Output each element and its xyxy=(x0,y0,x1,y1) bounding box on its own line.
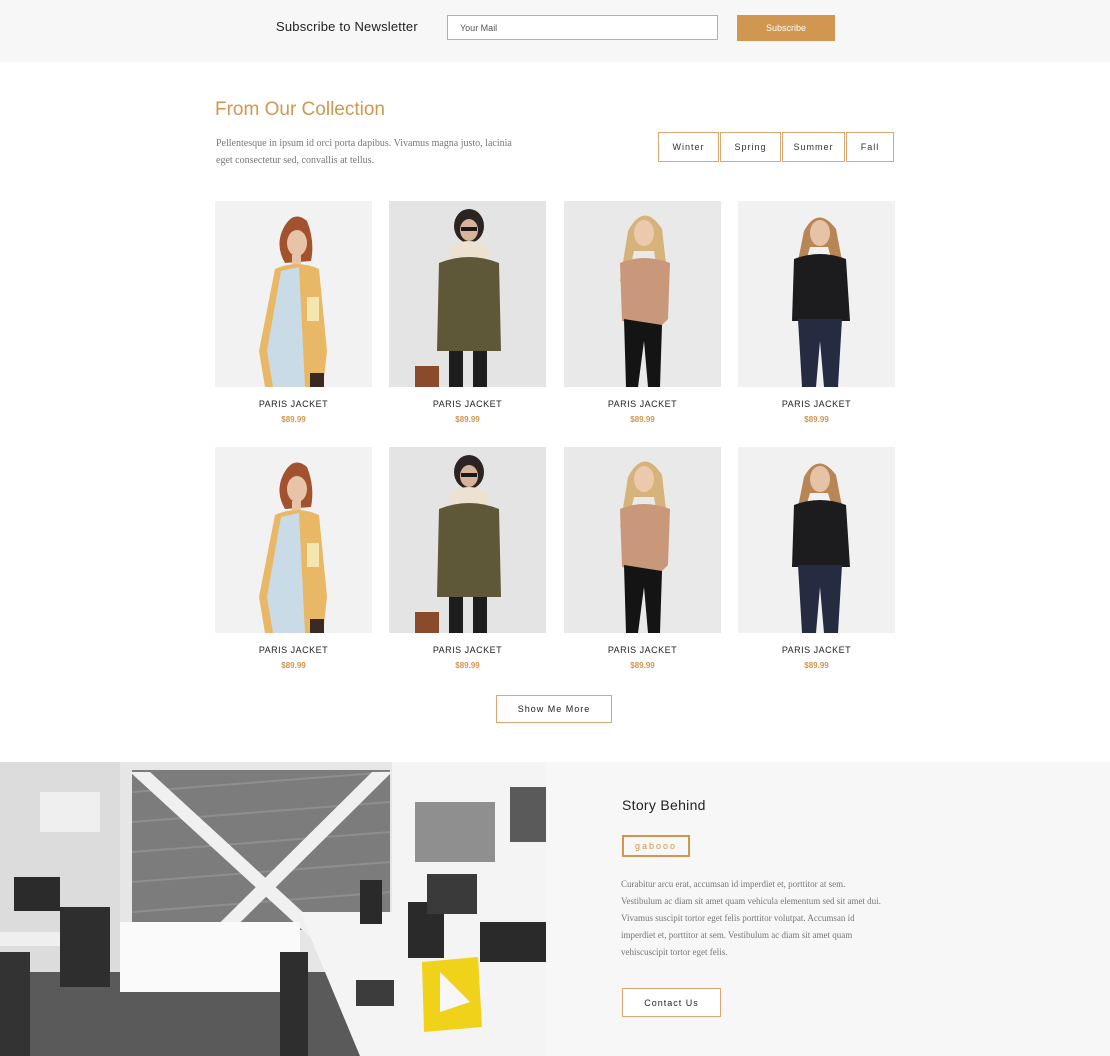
product-name: PARIS JACKET xyxy=(432,399,503,409)
product-card[interactable]: PARIS JACKET $89.99 xyxy=(215,201,372,424)
product-card[interactable]: PARIS JACKET $89.99 xyxy=(215,447,372,670)
collection-description: Pellentesque in ipsum id orci porta dapi… xyxy=(216,138,512,166)
product-image[interactable] xyxy=(389,447,546,633)
office-photo xyxy=(0,762,546,1056)
product-image[interactable] xyxy=(389,201,546,387)
product-image[interactable] xyxy=(215,201,372,387)
story-text: Curabitur arcu erat, accumsan id imperdi… xyxy=(621,879,881,957)
brand-logo: gabooo xyxy=(622,835,690,857)
product-price: $89.99 xyxy=(455,661,480,670)
newsletter-label: Subscribe to Newsletter xyxy=(276,19,418,34)
product-price: $89.99 xyxy=(804,415,829,424)
product-name: PARIS JACKET xyxy=(432,645,503,655)
product-price: $89.99 xyxy=(281,661,306,670)
story-title: Story Behind xyxy=(622,797,706,813)
product-card[interactable]: PARIS JACKET $89.99 xyxy=(738,447,895,670)
filter-fall-button[interactable]: Fall xyxy=(846,132,894,162)
product-image[interactable] xyxy=(738,201,895,387)
filter-winter-button[interactable]: Winter xyxy=(658,132,719,162)
collection-title: From Our Collection xyxy=(215,99,385,120)
product-image[interactable] xyxy=(564,201,721,387)
product-name: PARIS JACKET xyxy=(607,645,678,655)
product-name: PARIS JACKET xyxy=(781,399,852,409)
product-name: PARIS JACKET xyxy=(607,399,678,409)
product-name: PARIS JACKET xyxy=(781,645,852,655)
product-name: PARIS JACKET xyxy=(258,399,329,409)
product-card[interactable]: PARIS JACKET $89.99 xyxy=(738,201,895,424)
product-price: $89.99 xyxy=(455,415,480,424)
product-card[interactable]: PARIS JACKET $89.99 xyxy=(564,201,721,424)
product-price: $89.99 xyxy=(281,415,306,424)
product-card[interactable]: PARIS JACKET $89.99 xyxy=(389,201,546,424)
product-price: $89.99 xyxy=(804,661,829,670)
email-input[interactable] xyxy=(447,15,718,40)
contact-us-button[interactable]: Contact Us xyxy=(622,988,721,1017)
filter-spring-button[interactable]: Spring xyxy=(720,132,781,162)
product-price: $89.99 xyxy=(630,661,655,670)
season-filter: Winter Spring Summer Fall xyxy=(658,132,895,162)
subscribe-button[interactable]: Subscribe xyxy=(737,15,835,41)
product-name: PARIS JACKET xyxy=(258,645,329,655)
newsletter-bar: Subscribe to Newsletter Subscribe xyxy=(0,0,1110,62)
product-image[interactable] xyxy=(738,447,895,633)
product-card[interactable]: PARIS JACKET $89.99 xyxy=(389,447,546,670)
product-price: $89.99 xyxy=(630,415,655,424)
product-image[interactable] xyxy=(564,447,721,633)
filter-summer-button[interactable]: Summer xyxy=(782,132,845,162)
product-image[interactable] xyxy=(215,447,372,633)
show-more-button[interactable]: Show Me More xyxy=(496,695,612,723)
product-card[interactable]: PARIS JACKET $89.99 xyxy=(564,447,721,670)
